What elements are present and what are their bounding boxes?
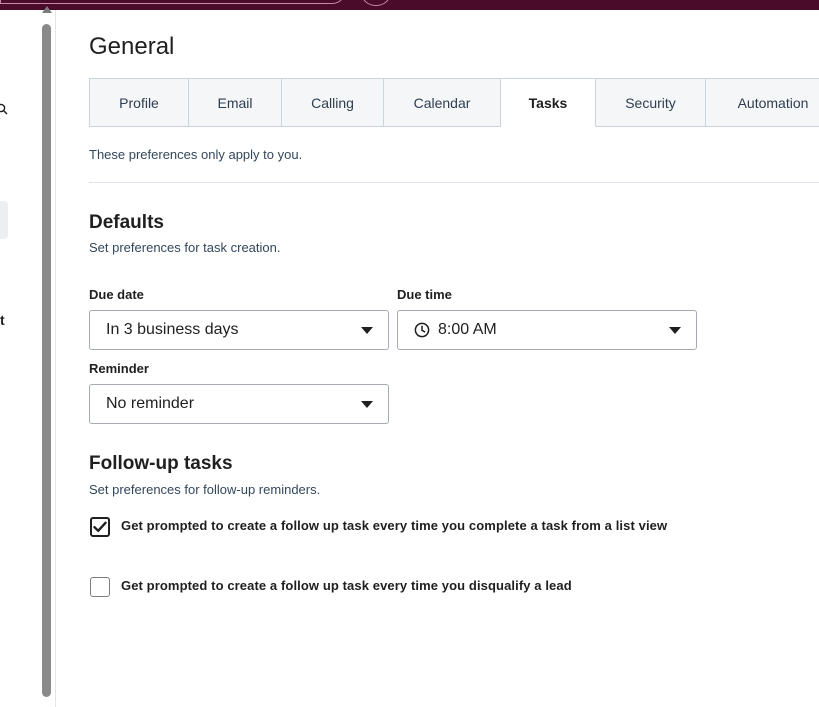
chevron-down-icon	[669, 327, 681, 334]
chevron-down-icon	[361, 327, 373, 334]
checkbox-label: Get prompted to create a follow up task …	[121, 518, 668, 533]
checkbox-checked[interactable]	[90, 517, 110, 537]
divider	[89, 182, 819, 183]
browser-button[interactable]	[362, 0, 390, 6]
followup-option-disqualify[interactable]: Get prompted to create a follow up task …	[90, 577, 681, 597]
browser-top-bar	[0, 0, 819, 10]
checkbox-label: Get prompted to create a follow up task …	[121, 578, 572, 593]
reminder-value: No reminder	[106, 395, 195, 412]
due-time-select[interactable]: 8:00 AM	[397, 310, 697, 350]
scroll-up-arrow[interactable]	[42, 6, 52, 13]
checkmark-icon	[93, 521, 107, 532]
reminder-label: Reminder	[89, 361, 149, 376]
clock-icon	[414, 322, 430, 338]
tab-security[interactable]: Security	[596, 78, 706, 127]
followup-option-list-view[interactable]: Get prompted to create a follow up task …	[90, 517, 681, 537]
tab-calendar[interactable]: Calendar	[384, 78, 501, 127]
tab-profile[interactable]: Profile	[89, 78, 189, 127]
due-date-select[interactable]: In 3 business days	[89, 310, 389, 350]
reminder-select[interactable]: No reminder	[89, 384, 389, 424]
tab-tasks[interactable]: Tasks	[501, 78, 596, 127]
defaults-title: Defaults	[89, 212, 164, 233]
intro-text: These preferences only apply to you.	[89, 147, 303, 162]
address-bar[interactable]	[0, 0, 346, 4]
due-time-label: Due time	[397, 287, 452, 302]
followup-subtitle: Set preferences for follow-up reminders.	[89, 482, 321, 497]
followup-title: Follow-up tasks	[89, 453, 233, 474]
search-icon[interactable]	[0, 103, 8, 115]
tab-automation[interactable]: Automation	[706, 78, 819, 127]
settings-main: General Profile Email Calling Calendar T…	[57, 10, 819, 707]
checkbox-unchecked[interactable]	[90, 577, 110, 597]
tab-calling[interactable]: Calling	[282, 78, 384, 127]
page-title: General	[89, 33, 175, 60]
tab-email[interactable]: Email	[189, 78, 282, 127]
defaults-subtitle: Set preferences for task creation.	[89, 240, 281, 255]
due-time-value: 8:00 AM	[438, 321, 497, 338]
scrollbar-thumb[interactable]	[42, 24, 51, 697]
due-date-value: In 3 business days	[106, 321, 239, 338]
chevron-down-icon	[361, 401, 373, 408]
settings-tabs: Profile Email Calling Calendar Tasks Sec…	[89, 78, 819, 127]
sidebar-selected-item[interactable]	[0, 201, 8, 239]
due-date-label: Due date	[89, 287, 144, 302]
sidebar-item-label[interactable]: t	[0, 312, 5, 328]
